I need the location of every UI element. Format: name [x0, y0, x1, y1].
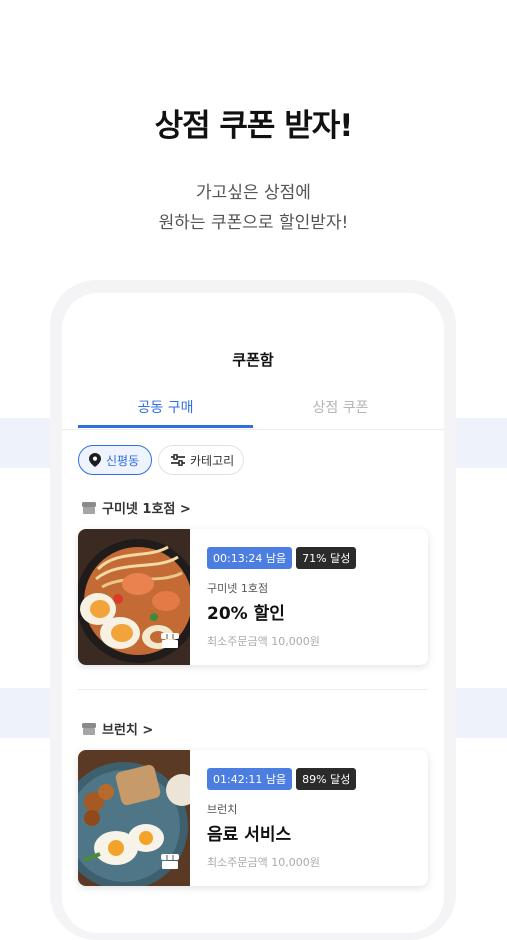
store-icon: [82, 501, 96, 514]
coupon-badges: 00:13:24 남음 71% 달성: [207, 547, 357, 569]
store-header-link[interactable]: 구미넷 1호점 >: [82, 498, 191, 517]
time-left-badge: 00:13:24 남음: [207, 547, 293, 569]
store-header-link[interactable]: 브런치 >: [82, 719, 153, 738]
category-filter-chip[interactable]: 카테고리: [158, 445, 244, 475]
store-header-label: 브런치 >: [102, 723, 154, 738]
active-tab-indicator: [78, 425, 253, 428]
achievement-badge: 71% 달성: [296, 547, 357, 569]
hero-subtitle-line1: 가고싶은 상점에: [196, 183, 311, 203]
coupon-title: 20% 할인: [207, 604, 285, 624]
food-image-brunch: [78, 750, 190, 886]
store-badge-icon: [161, 854, 179, 869]
tab-store-coupon[interactable]: 상점 쿠폰: [253, 397, 428, 417]
location-pin-icon: [89, 453, 101, 467]
store-badge-icon: [161, 633, 179, 648]
section-divider: [78, 689, 428, 690]
coupon-card[interactable]: 00:13:24 남음 71% 달성 구미넷 1호점 20% 할인 최소주문금액…: [78, 529, 428, 665]
location-label: 신평동: [106, 453, 140, 468]
store-icon: [82, 722, 96, 735]
tab-bar: 공동 구매 상점 쿠폰: [62, 393, 444, 430]
store-header-label: 구미넷 1호점 >: [102, 502, 191, 517]
phone-screen: 쿠폰함 공동 구매 상점 쿠폰 신평동 카테고리 구미넷 1호점 > 00:13…: [62, 293, 444, 933]
food-image-noodle: [78, 529, 190, 665]
coupon-store-name: 브런치: [207, 803, 238, 816]
category-label: 카테고리: [190, 453, 235, 468]
tab-group-buy[interactable]: 공동 구매: [78, 397, 253, 417]
hero-subtitle: 가고싶은 상점에 원하는 쿠폰으로 할인받자!: [0, 178, 507, 238]
hero-title: 상점 쿠폰 받자!: [154, 108, 354, 144]
achievement-badge: 89% 달성: [296, 768, 357, 790]
location-filter-chip[interactable]: 신평동: [78, 445, 152, 475]
coupon-min-order: 최소주문금액 10,000원: [207, 856, 320, 869]
coupon-title: 음료 서비스: [207, 825, 292, 845]
coupon-min-order: 최소주문금액 10,000원: [207, 635, 320, 648]
hero-subtitle-line2: 원하는 쿠폰으로 할인받자!: [158, 213, 349, 233]
screen-title: 쿠폰함: [232, 351, 274, 369]
coupon-store-name: 구미넷 1호점: [207, 582, 269, 595]
coupon-card[interactable]: 01:42:11 남음 89% 달성 브런치 음료 서비스 최소주문금액 10,…: [78, 750, 428, 886]
coupon-badges: 01:42:11 남음 89% 달성: [207, 768, 357, 790]
time-left-badge: 01:42:11 남음: [207, 768, 293, 790]
filter-sliders-icon: [171, 454, 185, 466]
